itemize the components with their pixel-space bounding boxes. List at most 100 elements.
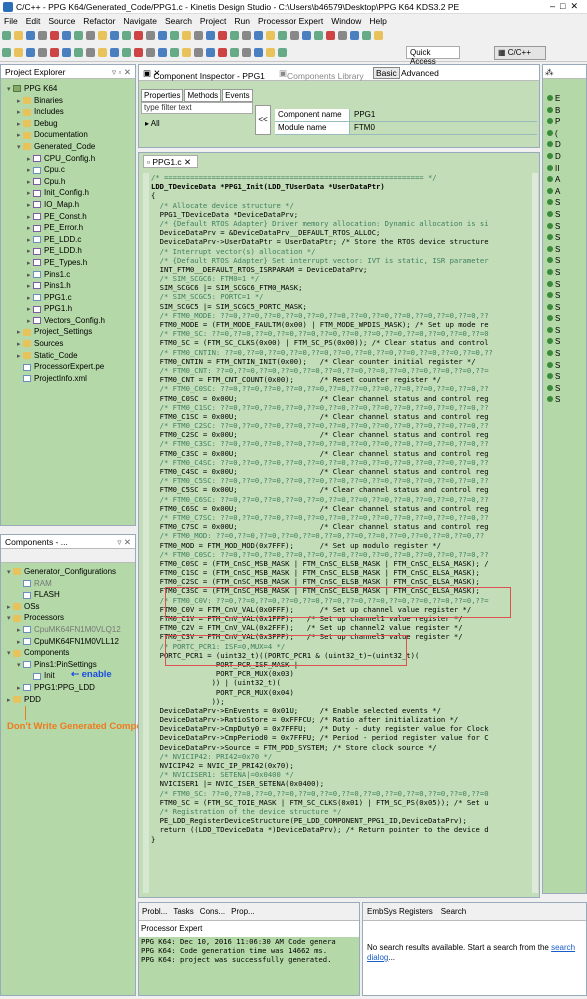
- outline-item[interactable]: D: [547, 139, 586, 151]
- toolbar-icon[interactable]: [338, 31, 347, 40]
- panel-menu-icon[interactable]: ▿ ▫ ✕: [112, 67, 131, 78]
- outline-item[interactable]: S: [547, 279, 586, 291]
- menu-processor-expert[interactable]: Processor Expert: [254, 14, 327, 26]
- outline-item[interactable]: S: [547, 244, 586, 256]
- menu-source[interactable]: Source: [44, 14, 79, 26]
- menu-run[interactable]: Run: [230, 14, 254, 26]
- tree-item[interactable]: ▾ Generated_Code: [7, 141, 135, 153]
- toolbar-icon[interactable]: [230, 31, 239, 40]
- outline-item[interactable]: S: [547, 232, 586, 244]
- tree-item[interactable]: ▾ PPG K64: [7, 83, 135, 95]
- toolbar-icon[interactable]: [242, 48, 251, 57]
- toolbar-icon[interactable]: [230, 48, 239, 57]
- menu-file[interactable]: File: [0, 14, 22, 26]
- project-explorer-tab[interactable]: Project Explorer: [5, 67, 65, 77]
- tree-item[interactable]: ▸ PPG1:PPG_LDD: [7, 682, 135, 694]
- toolbar-icon[interactable]: [290, 31, 299, 40]
- tree-item[interactable]: ▸ CpuMK64FN1M0VLQ12: [7, 624, 135, 636]
- filter-all-item[interactable]: ▸ All: [141, 119, 253, 131]
- outline-item[interactable]: S: [547, 383, 586, 395]
- toolbar-icon[interactable]: [122, 31, 131, 40]
- tree-item[interactable]: ▸ PE_LDD.h: [7, 245, 135, 257]
- toolbar-icon[interactable]: [2, 48, 11, 57]
- outline-item[interactable]: S: [547, 255, 586, 267]
- toolbar-icon[interactable]: [278, 48, 287, 57]
- toolbar-icon[interactable]: [62, 48, 71, 57]
- tree-item[interactable]: ▸ PE_LDD.c: [7, 234, 135, 246]
- tree-item[interactable]: RAM: [7, 578, 135, 590]
- toolbar-icon[interactable]: [182, 48, 191, 57]
- menu-project[interactable]: Project: [196, 14, 230, 26]
- tree-item[interactable]: ▸ PE_Error.h: [7, 222, 135, 234]
- toolbar-icon[interactable]: [38, 31, 47, 40]
- toolbar-icon[interactable]: [50, 31, 59, 40]
- toolbar-icon[interactable]: [110, 31, 119, 40]
- tree-item[interactable]: ▸ PE_Types.h: [7, 257, 135, 269]
- outline-item[interactable]: S: [547, 336, 586, 348]
- filter-input[interactable]: type filter text: [141, 102, 253, 114]
- tree-item[interactable]: ▸ Static_Code: [7, 350, 135, 362]
- toolbar-icon[interactable]: [38, 48, 47, 57]
- editor-scrollbar[interactable]: [532, 173, 538, 893]
- console-tab[interactable]: Tasks: [173, 907, 193, 916]
- outline-item[interactable]: (: [547, 128, 586, 140]
- tree-item[interactable]: FLASH: [7, 589, 135, 601]
- advanced-mode-button[interactable]: Advanced: [401, 68, 439, 78]
- console-tab[interactable]: Prop...: [231, 907, 255, 916]
- menu-help[interactable]: Help: [365, 14, 390, 26]
- perspective-button[interactable]: ▦ C/C++: [494, 46, 546, 60]
- tree-item[interactable]: ▸ Sources: [7, 338, 135, 350]
- tree-item[interactable]: ▸ PPG1.c: [7, 292, 135, 304]
- toolbar-icon[interactable]: [350, 31, 359, 40]
- toolbar-icon[interactable]: [134, 31, 143, 40]
- toolbar-icon[interactable]: [62, 31, 71, 40]
- menu-search[interactable]: Search: [161, 14, 196, 26]
- toolbar-icon[interactable]: [278, 31, 287, 40]
- tree-item[interactable]: ▸ PDD: [7, 694, 135, 706]
- outline-item[interactable]: S: [547, 313, 586, 325]
- menu-edit[interactable]: Edit: [22, 14, 45, 26]
- toolbar-icon[interactable]: [98, 31, 107, 40]
- editor-tab-ppg1c[interactable]: ▫ PPG1.c ✕: [143, 155, 198, 168]
- basic-mode-button[interactable]: Basic: [373, 67, 400, 79]
- toolbar-icon[interactable]: [362, 31, 371, 40]
- toolbar-icon[interactable]: [206, 31, 215, 40]
- tree-item[interactable]: ▸ IO_Map.h: [7, 199, 135, 211]
- toolbar-icon[interactable]: [218, 31, 227, 40]
- tree-item[interactable]: ▸ OSs: [7, 601, 135, 613]
- toolbar-icon[interactable]: [302, 31, 311, 40]
- outline-item[interactable]: S: [547, 325, 586, 337]
- tree-item[interactable]: ▸ Project_Settings: [7, 326, 135, 338]
- toolbar-icon[interactable]: [110, 48, 119, 57]
- outline-item[interactable]: B: [547, 105, 586, 117]
- outline-item[interactable]: A: [547, 186, 586, 198]
- subtab-methods[interactable]: Methods: [184, 89, 222, 102]
- toolbar-icon[interactable]: [206, 48, 215, 57]
- outline-item[interactable]: S: [547, 209, 586, 221]
- outline-item[interactable]: S: [547, 197, 586, 209]
- tree-item[interactable]: ▸ Includes: [7, 106, 135, 118]
- toolbar-icon[interactable]: [326, 31, 335, 40]
- tab-components-library[interactable]: ▣ Components Library: [279, 68, 364, 81]
- outline-item[interactable]: S: [547, 267, 586, 279]
- toolbar-icon[interactable]: [74, 31, 83, 40]
- menu-navigate[interactable]: Navigate: [119, 14, 161, 26]
- outline-item[interactable]: II: [547, 163, 586, 175]
- toolbar-icon[interactable]: [170, 48, 179, 57]
- toolbar-icon[interactable]: [374, 31, 383, 40]
- collapse-button[interactable]: <<: [255, 105, 271, 135]
- outline-item[interactable]: S: [547, 348, 586, 360]
- tree-item[interactable]: ▸ Pins1.c: [7, 269, 135, 281]
- tree-item[interactable]: ▸ PPG1.h: [7, 303, 135, 315]
- toolbar-icon[interactable]: [122, 48, 131, 57]
- quick-access-input[interactable]: Quick Access: [406, 46, 460, 66]
- property-value[interactable]: PPG1: [349, 109, 537, 121]
- search-tab[interactable]: Search: [441, 907, 466, 916]
- tree-item[interactable]: ▸ Binaries: [7, 95, 135, 107]
- components-tab[interactable]: Components - ...: [5, 537, 68, 547]
- toolbar-icon[interactable]: [26, 48, 35, 57]
- property-value[interactable]: FTM0: [349, 122, 537, 134]
- tree-item[interactable]: ▸ Pins1.h: [7, 280, 135, 292]
- outline-item[interactable]: S: [547, 371, 586, 383]
- console-tab[interactable]: Probl...: [142, 907, 167, 916]
